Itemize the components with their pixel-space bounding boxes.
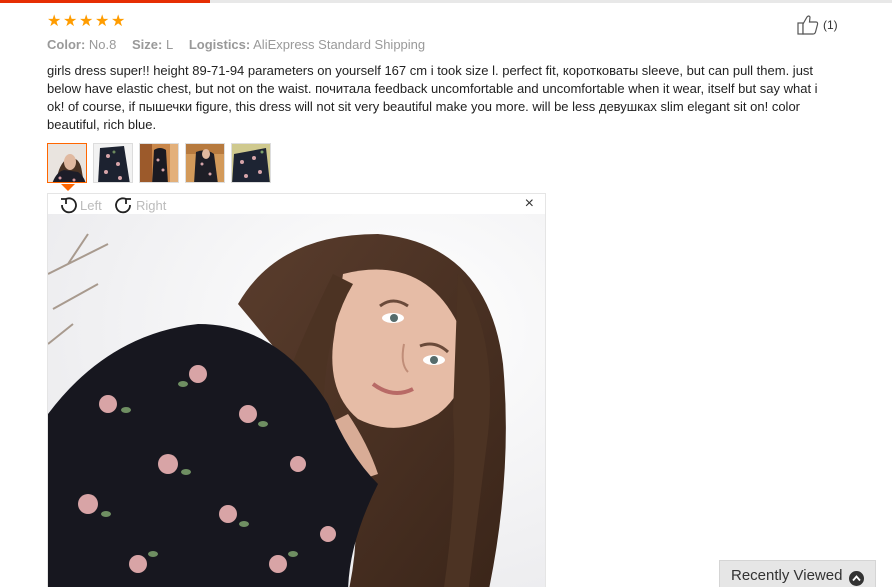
- color-label: Color:: [47, 37, 86, 52]
- star-icon: ★: [63, 13, 78, 30]
- review-photo-thumbnail[interactable]: [93, 143, 133, 183]
- helpful-button[interactable]: (1): [797, 15, 838, 35]
- recently-viewed-button[interactable]: Recently Viewed: [719, 560, 876, 587]
- review-photo-thumbnail[interactable]: [47, 143, 87, 183]
- logistics-value: AliExpress Standard Shipping: [253, 37, 426, 52]
- rotate-right-button[interactable]: Right: [114, 196, 166, 214]
- chevron-up-icon: [849, 571, 864, 586]
- rotate-left-icon: [61, 197, 77, 214]
- close-icon: ×: [524, 195, 534, 212]
- tab-bar-border: [0, 0, 892, 3]
- star-icon: ★: [95, 13, 110, 30]
- rotate-left-button[interactable]: Left: [58, 196, 102, 214]
- thumbs-up-icon: [797, 15, 819, 35]
- helpful-count: (1): [823, 18, 838, 32]
- rotate-left-label: Left: [80, 197, 102, 213]
- star-icon: ★: [111, 13, 126, 30]
- size-value: L: [165, 37, 174, 52]
- review-photo-thumbnail[interactable]: [231, 143, 271, 183]
- recently-viewed-label: Recently Viewed: [731, 566, 843, 584]
- rotate-right-label: Right: [136, 197, 167, 213]
- review-photo-thumbnail[interactable]: [185, 143, 225, 183]
- review-photo-image: [48, 214, 545, 587]
- selected-thumbnail-pointer: [61, 184, 75, 191]
- close-viewer-button[interactable]: ×: [524, 195, 534, 212]
- active-tab-indicator: [0, 0, 210, 3]
- order-info: Color: No.8 Size: L Logistics: AliExpres…: [47, 37, 437, 52]
- size-label: Size:: [132, 37, 163, 52]
- review-panel: ★ ★ ★ ★ ★ (1) Color: No.8 Size: L Logist…: [0, 0, 892, 587]
- review-text: girls dress super!! height 89-71-94 para…: [47, 63, 818, 132]
- review-photo-thumbnail[interactable]: [139, 143, 179, 183]
- logistics-label: Logistics:: [188, 37, 251, 52]
- photo-viewer-toolbar: Left Right ×: [48, 194, 545, 214]
- star-icon: ★: [47, 13, 62, 30]
- photo-viewer: Left Right ×: [47, 193, 546, 587]
- rating-stars: ★ ★ ★ ★ ★: [47, 14, 126, 32]
- color-value: No.8: [88, 37, 117, 52]
- review-photo-thumbnails: [47, 143, 271, 183]
- star-icon: ★: [79, 13, 94, 30]
- review-photo-large: [48, 214, 545, 587]
- rotate-right-icon: [115, 197, 131, 214]
